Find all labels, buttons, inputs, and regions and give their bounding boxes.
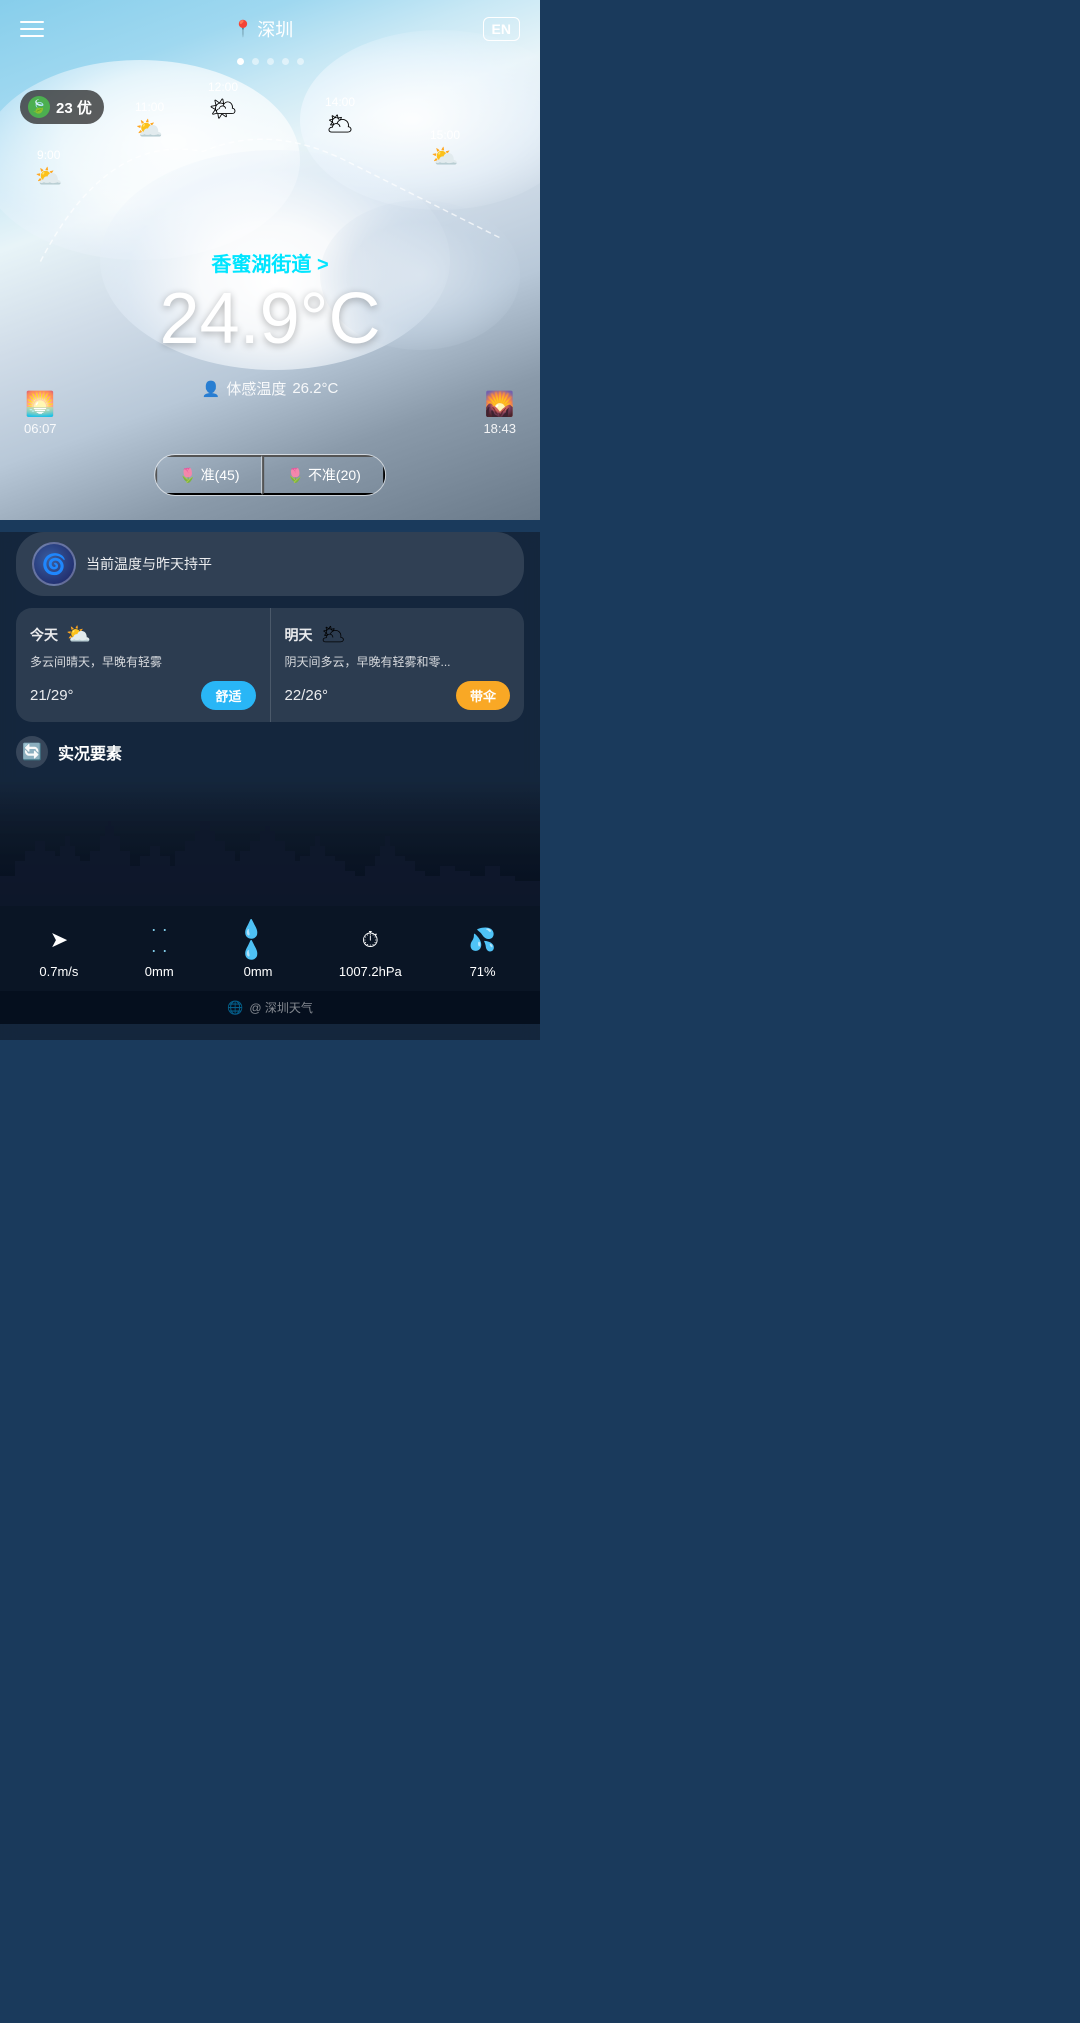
language-button[interactable]: EN [483,17,520,41]
wind-value: 0.7m/s [39,964,78,979]
sunset-icon: 🌄 [485,390,515,419]
aqi-value: 23 优 [56,97,92,118]
rain2-value: 0mm [244,964,273,979]
arc-icon-15: ⛅ [431,144,458,170]
forecast-tomorrow-header: 明天 🌥 [285,622,511,647]
inaccurate-button[interactable]: 🌷 不准(20) [263,455,385,495]
forecast-tomorrow[interactable]: 明天 🌥 阴天间多云，早晚有轻雾和零... 22/26° 带伞 [271,608,525,722]
arc-point-11: 11:00 ⛅ [135,100,164,142]
section-title: 🔄 实况要素 [16,736,524,768]
forecast-today[interactable]: 今天 ⛅ 多云间晴天，早晚有轻雾 21/29° 舒适 [16,608,271,722]
arc-time-15: 15:00 [430,128,460,142]
accuracy-row: 🌷 准(45) 🌷 不准(20) [154,454,386,496]
lower-section: 🌀 当前温度与昨天持平 今天 ⛅ 多云间晴天，早晚有轻雾 21/29° 舒适 [0,532,540,1040]
street-name[interactable]: 香蜜湖街道 > [0,248,540,277]
arc-time-12: 12:00 [208,80,238,94]
arc-point-9: 9:00 ⛅ [35,148,62,190]
rain2-icon: 💧💧 [240,922,276,958]
app-container: 📍 深圳 EN 🍃 23 优 [0,0,540,1040]
arc-point-12: 12:00 🌤 [208,80,238,122]
accurate-button[interactable]: 🌷 准(45) [155,455,262,495]
sunset-time: 18:43 [483,421,516,436]
accurate-icon: 🌷 [179,467,196,484]
accurate-label: 准(45) [201,465,240,485]
arc-time-11: 11:00 [135,100,164,114]
sunrise-icon: 🌅 [25,390,55,419]
arc-point-15: 15:00 ⛅ [430,128,460,170]
arc-icon-9: ⛅ [35,164,62,190]
metrics-row: ➤ 0.7m/s · ·· · 0mm 💧💧 0mm ⏱ 1007.2hPa 💦… [0,906,540,991]
forecast-row: 今天 ⛅ 多云间晴天，早晚有轻雾 21/29° 舒适 明天 🌥 阴天间多云 [16,608,524,722]
main-temperature: 24.9°C [0,278,540,360]
sunrise-item: 🌅 06:07 [24,390,57,436]
tomorrow-icon: 🌥 [321,622,346,647]
source-bar: 🌐 @ 深圳天气 [0,991,540,1024]
inaccurate-label: 不准(20) [308,465,361,485]
rain1-value: 0mm [145,964,174,979]
pressure-icon: ⏱ [352,922,388,958]
arc-icon-14: 🌥 [326,111,354,137]
forecast-card: 今天 ⛅ 多云间晴天，早晚有轻雾 21/29° 舒适 明天 🌥 阴天间多云 [16,608,524,722]
sunrise-time: 06:07 [24,421,57,436]
hamburger-menu[interactable] [20,21,44,37]
wind-icon: ➤ [41,922,77,958]
dot-5[interactable] [297,58,304,65]
today-temp: 21/29° [30,687,74,704]
tomorrow-label: 明天 [285,625,313,645]
location-pin-icon: 📍 [233,19,253,39]
arc-icon-11: ⛅ [136,116,163,142]
arc-point-14: 14:00 🌥 [325,95,355,137]
page-dots [0,58,540,65]
news-logo: 🌀 [32,542,76,586]
city-name: 深圳 [257,16,293,42]
arc-icon-12: 🌤 [209,96,237,122]
top-bar: 📍 深圳 EN [0,0,540,50]
tomorrow-desc: 阴天间多云，早晚有轻雾和零... [285,653,511,671]
metric-humidity: 💦 71% [465,922,501,979]
dot-3[interactable] [267,58,274,65]
humidity-value: 71% [470,964,496,979]
skyline-overlay [0,776,540,906]
rain1-icon: · ·· · [141,922,177,958]
tomorrow-tag[interactable]: 带伞 [456,681,510,710]
news-text: 当前温度与昨天持平 [86,554,212,574]
today-icon: ⛅ [66,622,91,647]
sunset-item: 🌄 18:43 [483,390,516,436]
source-text: @ 深圳天气 [249,999,313,1016]
metric-rain1: · ·· · 0mm [141,922,177,979]
metric-pressure: ⏱ 1007.2hPa [339,922,402,979]
today-desc: 多云间晴天，早晚有轻雾 [30,653,256,671]
dot-4[interactable] [282,58,289,65]
inaccurate-icon: 🌷 [287,467,304,484]
metric-rain2: 💧💧 0mm [240,922,276,979]
forecast-today-header: 今天 ⛅ [30,622,256,647]
hero-section: 📍 深圳 EN 🍃 23 优 [0,0,540,520]
street-arrow: > [317,254,329,276]
tomorrow-temp: 22/26° [285,687,329,704]
aqi-badge[interactable]: 🍃 23 优 [20,90,104,124]
weibo-icon: 🌐 [227,1000,243,1016]
pressure-value: 1007.2hPa [339,964,402,979]
today-label: 今天 [30,625,58,645]
dot-1[interactable] [237,58,244,65]
tomorrow-bottom: 22/26° 带伞 [285,681,511,710]
today-tag[interactable]: 舒适 [201,681,255,710]
humidity-icon: 💦 [465,922,501,958]
today-bottom: 21/29° 舒适 [30,681,256,710]
metric-wind: ➤ 0.7m/s [39,922,78,979]
news-ticker[interactable]: 🌀 当前温度与昨天持平 [16,532,524,596]
section-label: 实况要素 [58,740,122,764]
aqi-leaf-icon: 🍃 [28,96,50,118]
location-label[interactable]: 📍 深圳 [233,16,293,42]
arc-time-14: 14:00 [325,95,355,109]
sun-times: 🌅 06:07 🌄 18:43 [0,390,540,436]
section-icon: 🔄 [16,736,48,768]
dot-2[interactable] [252,58,259,65]
arc-time-9: 9:00 [37,148,60,162]
skyline-svg [0,806,540,906]
